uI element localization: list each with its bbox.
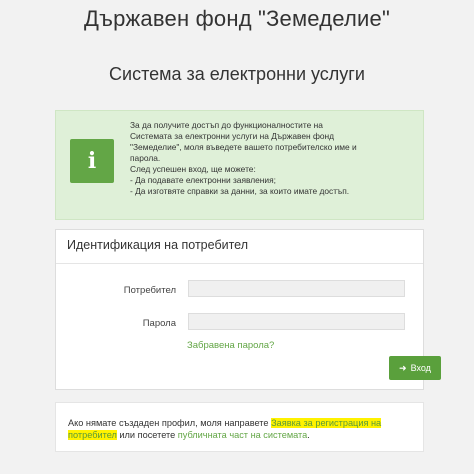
info-line: - Да подавате електронни заявления; (130, 175, 276, 185)
login-button[interactable]: ➜ Вход (389, 356, 441, 380)
public-part-link[interactable]: публичната част на системата (178, 430, 308, 440)
info-icon: i (70, 139, 114, 183)
sign-in-icon: ➜ (399, 362, 407, 373)
info-line: След успешен вход, ще можете: (130, 164, 256, 174)
registration-text-middle: или посетете (116, 430, 178, 440)
registration-link-part1[interactable]: Заявка за регистрация на (271, 418, 381, 428)
info-line: "Земеделие", моля въведете вашето потреб… (130, 142, 357, 152)
page-subtitle: Система за електронни услуги (109, 64, 365, 84)
login-panel: Идентификация на потребител Потребител П… (55, 229, 441, 390)
username-label: Потребител (123, 285, 176, 296)
registration-text-end: . (307, 430, 310, 440)
page: Държавен фонд "Земеделие" Система за еле… (30, 0, 444, 474)
info-alert: i За да получите достъп до функционалнос… (55, 110, 424, 220)
info-text: За да получите достъп до функционалности… (130, 120, 422, 197)
info-line: Системата за електронни услуги на Държав… (130, 131, 335, 141)
forgot-password-link[interactable]: Забравена парола? (187, 340, 274, 351)
username-input[interactable] (188, 280, 405, 297)
password-input[interactable] (188, 313, 405, 330)
registration-box: Ако нямате създаден профил, моля направе… (55, 402, 424, 452)
info-line: - Да изготвяте справки за данни, за коит… (130, 186, 350, 196)
info-line: парола. (130, 153, 161, 163)
registration-text-before: Ако нямате създаден профил, моля направе… (68, 418, 272, 428)
info-line: За да получите достъп до функционалности… (130, 120, 323, 130)
login-heading: Идентификация на потребител (56, 230, 423, 264)
password-label: Парола (142, 318, 176, 329)
registration-text: Ако нямате създаден профил, моля направе… (68, 417, 418, 441)
registration-link-part2[interactable]: потребител (68, 430, 117, 440)
page-title: Държавен фонд "Земеделие" (84, 6, 390, 31)
login-button-label: Вход (410, 363, 431, 373)
